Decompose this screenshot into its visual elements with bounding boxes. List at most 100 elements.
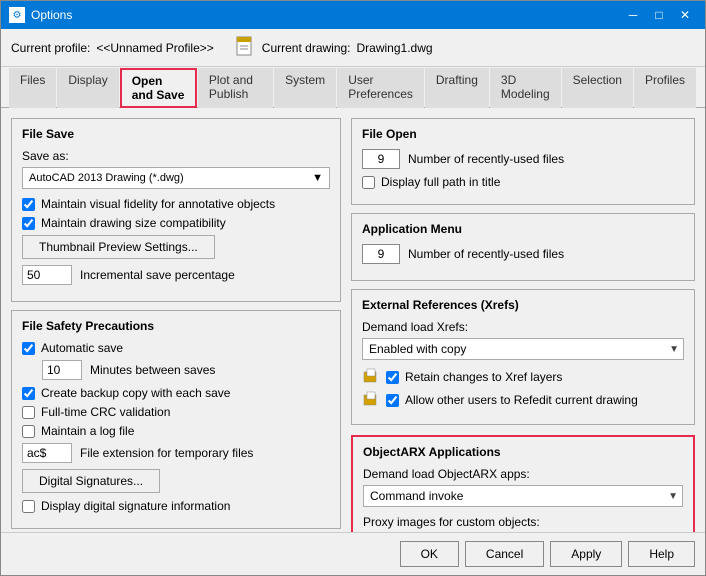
save-as-arrow: ▼	[312, 172, 323, 184]
app-recently-used-row: 9 Number of recently-used files	[362, 244, 684, 264]
current-drawing-label: Current drawing:	[262, 41, 351, 55]
recently-used-input[interactable]: 9	[362, 149, 400, 169]
create-backup-label: Create backup copy with each save	[41, 386, 230, 400]
window-title: Options	[31, 8, 72, 22]
proxy-images-label: Proxy images for custom objects:	[363, 515, 683, 529]
incremental-save-label: Incremental save percentage	[80, 268, 235, 282]
create-backup-checkbox[interactable]	[22, 387, 35, 400]
demand-load-arrow: ▼	[669, 344, 679, 355]
drawing-icon	[234, 35, 256, 60]
maintain-log-row: Maintain a log file	[22, 424, 330, 438]
recently-used-row: 9 Number of recently-used files	[362, 149, 684, 169]
allow-others-row: Allow other users to Refedit current dra…	[362, 391, 684, 409]
profile-bar: Current profile: <<Unnamed Profile>> Cur…	[1, 29, 705, 67]
incremental-save-row: Incremental save percentage	[22, 265, 330, 285]
app-recently-used-input[interactable]: 9	[362, 244, 400, 264]
maximize-button[interactable]: □	[647, 5, 671, 25]
tab-selection[interactable]: Selection	[562, 68, 633, 108]
full-crc-row: Full-time CRC validation	[22, 405, 330, 419]
allow-others-checkbox[interactable]	[386, 394, 399, 407]
demand-load-value: Enabled with copy	[369, 342, 466, 356]
save-as-label: Save as:	[22, 149, 330, 163]
demand-load-label: Demand load Xrefs:	[362, 320, 684, 334]
retain-changes-label: Retain changes to Xref layers	[405, 370, 562, 384]
retain-changes-checkbox[interactable]	[386, 371, 399, 384]
maintain-drawing-size-row: Maintain drawing size compatibility	[22, 216, 330, 230]
maintain-drawing-size-checkbox[interactable]	[22, 217, 35, 230]
help-button[interactable]: Help	[628, 541, 695, 567]
full-crc-checkbox[interactable]	[22, 406, 35, 419]
external-refs-group: External References (Xrefs) Demand load …	[351, 289, 695, 425]
display-digital-sig-label: Display digital signature information	[41, 499, 230, 513]
maintain-log-label: Maintain a log file	[41, 424, 134, 438]
display-digital-sig-row: Display digital signature information	[22, 499, 330, 513]
file-safety-title: File Safety Precautions	[22, 319, 330, 333]
tab-profiles[interactable]: Profiles	[634, 68, 696, 108]
tab-plot-publish[interactable]: Plot and Publish	[198, 68, 273, 108]
maintain-drawing-size-label: Maintain drawing size compatibility	[41, 216, 226, 230]
xref-icon-2	[362, 391, 380, 409]
objectarx-title: ObjectARX Applications	[363, 445, 683, 459]
app-menu-group: Application Menu 9 Number of recently-us…	[351, 213, 695, 281]
window-icon: ⚙	[9, 7, 25, 23]
thumbnail-preview-button[interactable]: Thumbnail Preview Settings...	[22, 235, 215, 259]
main-content: File Save Save as: AutoCAD 2013 Drawing …	[1, 108, 705, 532]
tab-open-save[interactable]: Open and Save	[120, 68, 197, 108]
auto-save-checkbox[interactable]	[22, 342, 35, 355]
minimize-button[interactable]: ─	[621, 5, 645, 25]
file-save-title: File Save	[22, 127, 330, 141]
minutes-row: Minutes between saves	[42, 360, 330, 380]
minutes-input[interactable]	[42, 360, 82, 380]
save-as-value: AutoCAD 2013 Drawing (*.dwg)	[29, 172, 184, 184]
create-backup-row: Create backup copy with each save	[22, 386, 330, 400]
file-open-group: File Open 9 Number of recently-used file…	[351, 118, 695, 205]
save-as-dropdown[interactable]: AutoCAD 2013 Drawing (*.dwg) ▼	[22, 167, 330, 189]
tab-3d-modeling[interactable]: 3D Modeling	[490, 68, 561, 108]
auto-save-row: Automatic save	[22, 341, 330, 355]
extension-input[interactable]	[22, 443, 72, 463]
allow-others-label: Allow other users to Refedit current dra…	[405, 393, 638, 407]
current-profile-label: Current profile:	[11, 41, 90, 55]
display-full-path-checkbox[interactable]	[362, 176, 375, 189]
objectarx-demand-load-value: Command invoke	[370, 489, 463, 503]
file-safety-group: File Safety Precautions Automatic save M…	[11, 310, 341, 529]
current-profile: Current profile: <<Unnamed Profile>>	[11, 41, 214, 55]
close-button[interactable]: ✕	[673, 5, 697, 25]
objectarx-group: ObjectARX Applications Demand load Objec…	[351, 435, 695, 532]
tabs-bar: Files Display Open and Save Plot and Pub…	[1, 67, 705, 108]
cancel-button[interactable]: Cancel	[465, 541, 544, 567]
right-panel: File Open 9 Number of recently-used file…	[351, 118, 695, 522]
display-digital-sig-checkbox[interactable]	[22, 500, 35, 513]
auto-save-label: Automatic save	[41, 341, 123, 355]
minutes-label: Minutes between saves	[90, 363, 215, 377]
tab-user-preferences[interactable]: User Preferences	[337, 68, 424, 108]
maintain-log-checkbox[interactable]	[22, 425, 35, 438]
display-full-path-label: Display full path in title	[381, 175, 500, 189]
external-refs-title: External References (Xrefs)	[362, 298, 684, 312]
display-full-path-row: Display full path in title	[362, 175, 684, 189]
title-bar: ⚙ Options ─ □ ✕	[1, 1, 705, 29]
tab-drafting[interactable]: Drafting	[425, 68, 489, 108]
tab-system[interactable]: System	[274, 68, 336, 108]
tab-files[interactable]: Files	[9, 68, 56, 108]
options-window: ⚙ Options ─ □ ✕ Current profile: <<Unnam…	[0, 0, 706, 576]
drawing-name: Drawing1.dwg	[357, 41, 433, 55]
objectarx-demand-load-dropdown[interactable]: Command invoke ▼	[363, 485, 683, 507]
apply-button[interactable]: Apply	[550, 541, 622, 567]
incremental-save-input[interactable]	[22, 265, 72, 285]
ok-button[interactable]: OK	[400, 541, 459, 567]
title-bar-left: ⚙ Options	[9, 7, 72, 23]
xref-icon-1	[362, 368, 380, 386]
extension-row: File extension for temporary files	[22, 443, 330, 463]
demand-load-dropdown[interactable]: Enabled with copy ▼	[362, 338, 684, 360]
objectarx-demand-load-arrow: ▼	[668, 491, 678, 502]
full-crc-label: Full-time CRC validation	[41, 405, 170, 419]
maintain-visual-fidelity-checkbox[interactable]	[22, 198, 35, 211]
retain-changes-row: Retain changes to Xref layers	[362, 368, 684, 386]
tab-display[interactable]: Display	[57, 68, 118, 108]
file-open-title: File Open	[362, 127, 684, 141]
recently-used-label: Number of recently-used files	[408, 152, 564, 166]
file-save-group: File Save Save as: AutoCAD 2013 Drawing …	[11, 118, 341, 302]
digital-signatures-button[interactable]: Digital Signatures...	[22, 469, 160, 493]
app-recently-used-label: Number of recently-used files	[408, 247, 564, 261]
